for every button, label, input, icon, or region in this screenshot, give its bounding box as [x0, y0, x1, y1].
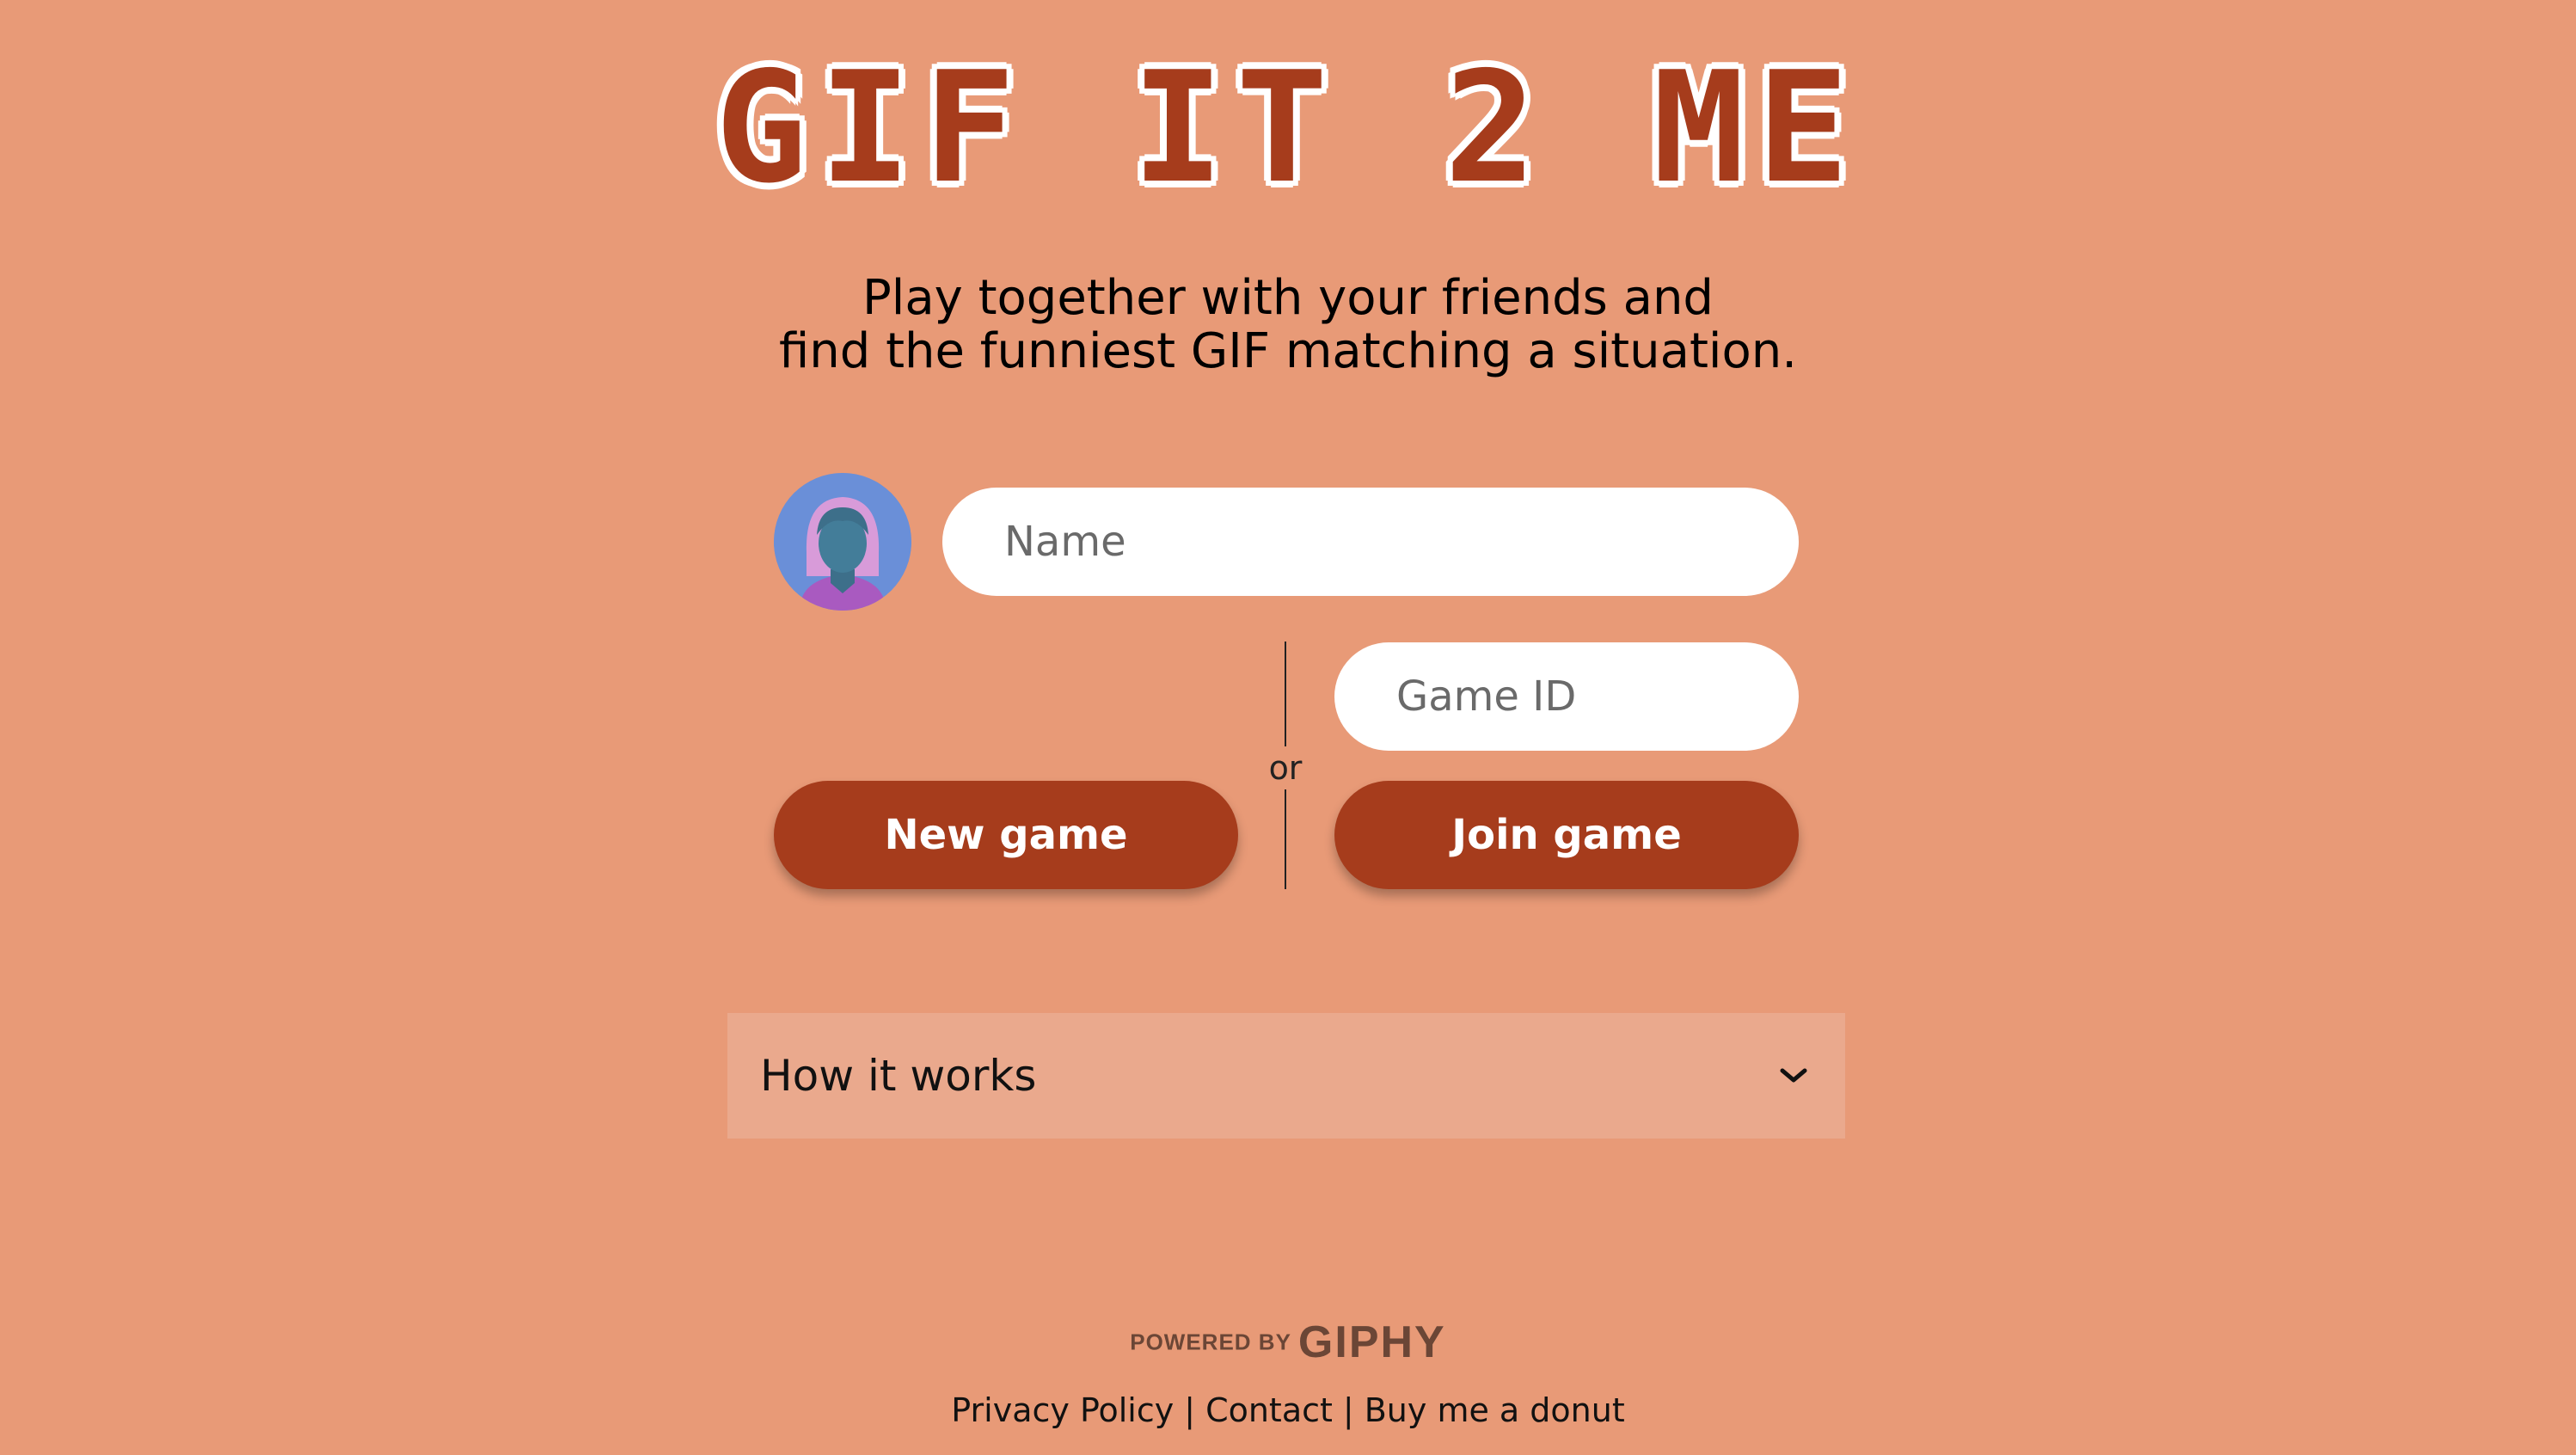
tagline-line-2: find the funniest GIF matching a situati…	[778, 323, 1798, 379]
powered-by-giphy: POWERED BY GIPHY	[0, 1316, 2576, 1368]
tagline-line-1: Play together with your friends and	[862, 270, 1714, 326]
privacy-policy-link[interactable]: Privacy Policy	[951, 1391, 1174, 1429]
join-game-button[interactable]: Join game	[1334, 781, 1799, 889]
chevron-down-icon	[1776, 1059, 1811, 1093]
name-input[interactable]	[942, 488, 1799, 596]
powered-by-label: POWERED BY	[1130, 1329, 1291, 1355]
footer-separator: |	[1342, 1391, 1354, 1429]
giphy-logo: GIPHY	[1297, 1317, 1446, 1367]
divider-line-top	[1285, 642, 1286, 746]
divider-line-bottom	[1285, 789, 1286, 889]
contact-link[interactable]: Contact	[1205, 1391, 1333, 1429]
or-label: or	[1268, 749, 1303, 787]
app-logo: GIF IT 2 ME	[713, 39, 1861, 217]
footer-separator: |	[1184, 1391, 1196, 1429]
how-it-works-accordion[interactable]: How it works	[727, 1013, 1845, 1139]
avatar-icon	[774, 473, 911, 611]
avatar[interactable]	[774, 473, 911, 611]
footer: Privacy Policy | Contact | Buy me a donut	[0, 1386, 2576, 1434]
game-id-input[interactable]	[1334, 642, 1799, 751]
tagline: Play together with your friends and find…	[0, 272, 2576, 378]
accordion-label: How it works	[760, 1051, 1037, 1101]
buy-me-a-donut-link[interactable]: Buy me a donut	[1365, 1391, 1625, 1429]
new-game-button[interactable]: New game	[774, 781, 1238, 889]
